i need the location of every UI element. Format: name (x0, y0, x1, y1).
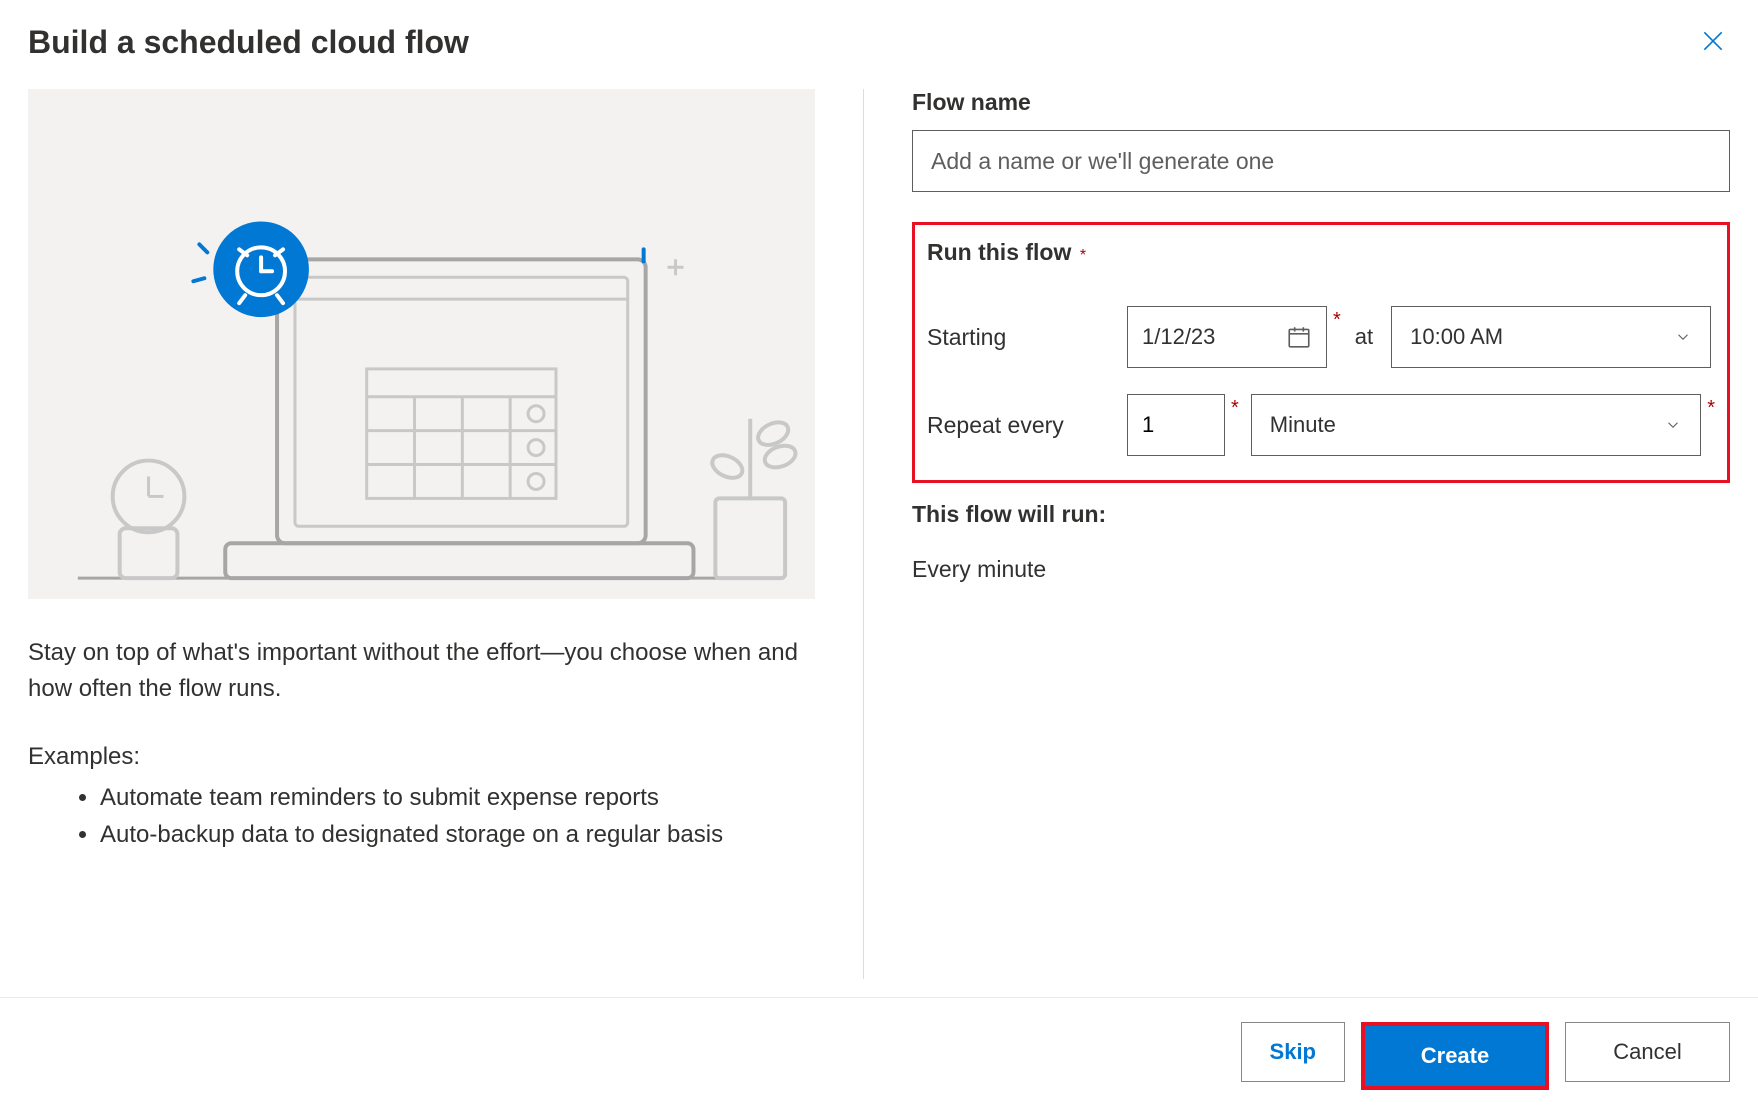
at-label: at (1355, 324, 1373, 350)
flow-name-input[interactable] (912, 130, 1730, 192)
chevron-down-icon (1674, 328, 1692, 346)
scheduled-flow-illustration (28, 89, 815, 599)
flow-name-label: Flow name (912, 89, 1031, 116)
starting-date-value: 1/12/23 (1142, 324, 1215, 350)
flow-summary-value: Every minute (912, 556, 1730, 583)
example-item: Auto-backup data to designated storage o… (100, 816, 815, 853)
starting-time-dropdown[interactable]: 10:00 AM (1391, 306, 1711, 368)
calendar-icon (1286, 324, 1312, 350)
run-flow-highlight: Run this flow * Starting 1/12/23 (912, 222, 1730, 483)
required-asterisk: * (1080, 247, 1086, 264)
close-button[interactable] (1696, 24, 1730, 58)
skip-button[interactable]: Skip (1241, 1022, 1345, 1082)
flow-summary-label: This flow will run: (912, 501, 1730, 528)
required-asterisk: * (1231, 394, 1239, 418)
repeat-every-label: Repeat every (927, 412, 1127, 439)
create-button[interactable]: Create (1365, 1026, 1545, 1086)
starting-time-value: 10:00 AM (1410, 324, 1503, 350)
repeat-interval-input[interactable] (1127, 394, 1225, 456)
cancel-button[interactable]: Cancel (1565, 1022, 1730, 1082)
repeat-unit-dropdown[interactable]: Minute (1251, 394, 1701, 456)
examples-label: Examples: (28, 743, 815, 771)
run-flow-label: Run this flow (927, 239, 1071, 266)
close-icon (1700, 28, 1726, 54)
create-button-highlight: Create (1361, 1022, 1549, 1090)
dialog-title: Build a scheduled cloud flow (28, 24, 469, 61)
chevron-down-icon (1664, 416, 1682, 434)
starting-label: Starting (927, 324, 1127, 351)
required-asterisk: * (1707, 394, 1715, 418)
repeat-unit-value: Minute (1270, 412, 1336, 438)
description-text: Stay on top of what's important without … (28, 635, 815, 707)
starting-date-input[interactable]: 1/12/23 (1127, 306, 1327, 368)
required-asterisk: * (1333, 306, 1341, 330)
example-item: Automate team reminders to submit expens… (100, 779, 815, 816)
